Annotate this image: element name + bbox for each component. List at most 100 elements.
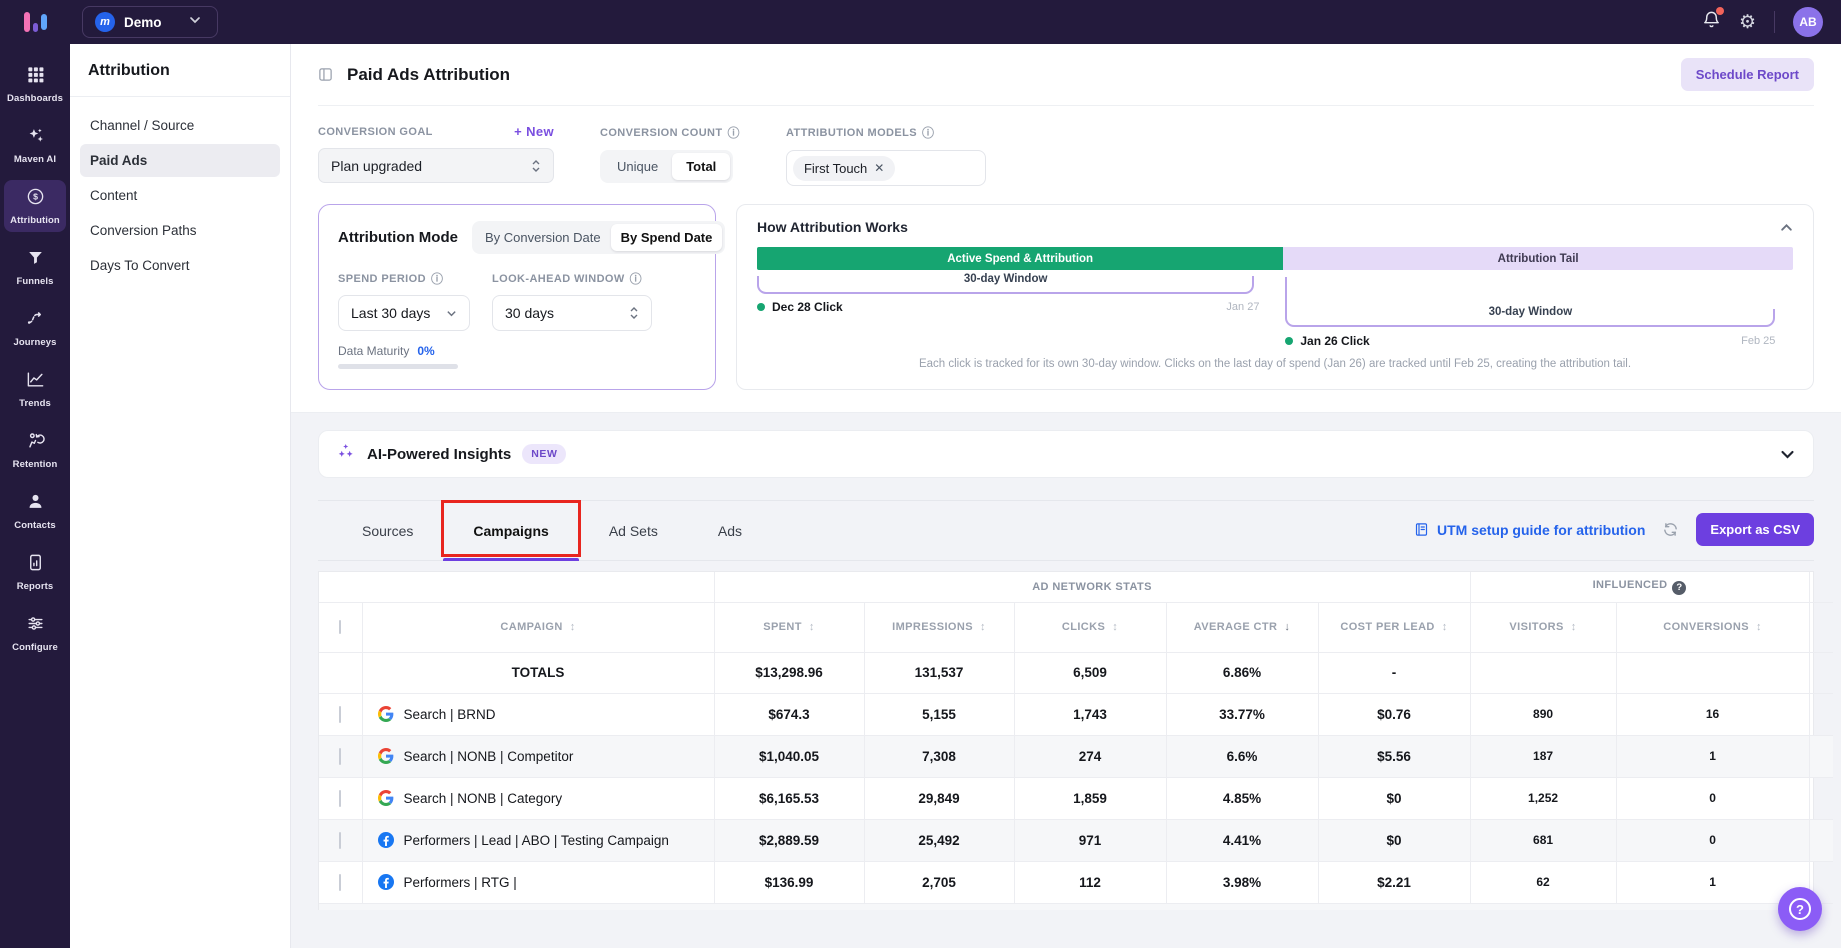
primary-sidebar: Dashboards Maven AI $ Attribution Funnel…	[0, 44, 70, 948]
subnav-item-content[interactable]: Content	[80, 179, 280, 212]
person-icon	[26, 492, 45, 516]
sort-icon[interactable]: ↕	[980, 621, 986, 633]
row-checkbox[interactable]	[339, 748, 341, 765]
table-row[interactable]: Performers | RTG | $136.99 2,705 112 3.9…	[319, 861, 1833, 903]
row-checkbox[interactable]	[339, 874, 341, 891]
column-campaign[interactable]: CAMPAIGN↕	[362, 602, 714, 652]
sparkles-icon	[26, 126, 45, 150]
column-visitors[interactable]: VISITORS↕	[1470, 602, 1616, 652]
refresh-icon[interactable]	[1662, 521, 1679, 538]
export-csv-button[interactable]: Export as CSV	[1696, 513, 1814, 546]
sidebar-item-attribution[interactable]: $ Attribution	[4, 180, 66, 232]
table-row[interactable]: Search | BRND $674.3 5,155 1,743 33.77% …	[319, 693, 1833, 735]
svg-text:$: $	[33, 192, 38, 202]
ai-insights-card[interactable]: AI-Powered Insights NEW	[318, 430, 1814, 478]
table-row[interactable]: Performers | Lead | ABO | Testing Campai…	[319, 819, 1833, 861]
tab-campaigns[interactable]: Campaigns	[443, 501, 578, 560]
sort-icon[interactable]: ↕	[1112, 621, 1118, 633]
chevron-up-icon[interactable]	[1780, 221, 1793, 234]
sidebar-item-retention[interactable]: Retention	[4, 424, 66, 476]
look-ahead-select[interactable]: 30 days	[492, 295, 652, 331]
select-all-checkbox[interactable]	[339, 620, 341, 634]
subnav-item-paid-ads[interactable]: Paid Ads	[80, 144, 280, 177]
sort-icon[interactable]: ↕	[1442, 621, 1448, 633]
settings-gear-icon[interactable]: ⚙	[1739, 13, 1756, 32]
column-impressions[interactable]: IMPRESSIONS↕	[864, 602, 1014, 652]
select-updown-icon	[629, 306, 639, 320]
tab-sources[interactable]: Sources	[332, 501, 443, 560]
chevron-down-icon	[189, 13, 201, 31]
window1-start: Dec 28 Click	[772, 300, 843, 314]
new-goal-link[interactable]: + New	[514, 124, 554, 139]
dollar-circle-icon: $	[26, 187, 45, 211]
spend-period-select[interactable]: Last 30 days	[338, 295, 470, 331]
column-conversions[interactable]: CONVERSIONS↕	[1616, 602, 1809, 652]
click-dot-icon	[1285, 337, 1293, 345]
row-checkbox[interactable]	[339, 706, 341, 723]
table-row[interactable]: Search | NONB | Competitor $1,040.05 7,3…	[319, 735, 1833, 777]
attribution-tail-bar: Attribution Tail	[1283, 247, 1793, 270]
user-avatar[interactable]: AB	[1793, 7, 1823, 37]
row-checkbox[interactable]	[339, 790, 341, 807]
toggle-option-total[interactable]: Total	[672, 153, 730, 180]
sidebar-item-contacts[interactable]: Contacts	[4, 485, 66, 537]
subnav-item-days-to-convert[interactable]: Days To Convert	[80, 249, 280, 282]
conversion-goal-select[interactable]: Plan upgraded	[318, 148, 554, 183]
bracket-riser-line	[1285, 277, 1287, 309]
campaign-name: Search | NONB | Category	[404, 791, 563, 806]
next-row-partial	[318, 904, 1814, 910]
column-average-ctr[interactable]: AVERAGE CTR↓	[1166, 602, 1318, 652]
sidebar-item-maven-ai[interactable]: Maven AI	[4, 119, 66, 171]
toggle-option-unique[interactable]: Unique	[603, 153, 672, 180]
sidebar-item-funnels[interactable]: Funnels	[4, 241, 66, 293]
sort-icon[interactable]: ↕	[570, 621, 576, 633]
sidebar-item-reports[interactable]: Reports	[4, 546, 66, 598]
book-icon	[1414, 522, 1429, 537]
tab-ads[interactable]: Ads	[688, 501, 772, 560]
row-checkbox[interactable]	[339, 832, 341, 849]
how-attribution-works-card: How Attribution Works Active Spend & Att…	[736, 204, 1814, 390]
conversion-count-field: CONVERSION COUNT ⓘ Unique Total	[600, 124, 740, 186]
campaigns-table: AD NETWORK STATS INFLUENCED? CAMPAIGN↕ S…	[318, 571, 1814, 904]
subnav-item-conversion-paths[interactable]: Conversion Paths	[80, 214, 280, 247]
table-row[interactable]: Search | NONB | Category $6,165.53 29,84…	[319, 777, 1833, 819]
google-ads-icon	[378, 748, 394, 764]
chevron-down-icon[interactable]	[1780, 447, 1795, 462]
sort-icon[interactable]: ↕	[1756, 621, 1762, 633]
schedule-report-button[interactable]: Schedule Report	[1681, 58, 1814, 91]
column-clicks[interactable]: CLICKS↕	[1014, 602, 1166, 652]
attribution-mode-title: Attribution Mode	[338, 229, 458, 246]
workspace-selector[interactable]: m Demo	[82, 6, 218, 38]
sort-desc-icon[interactable]: ↓	[1284, 621, 1290, 633]
attribution-mode-toggle: By Conversion Date By Spend Date	[472, 221, 725, 254]
sidebar-item-journeys[interactable]: Journeys	[4, 302, 66, 354]
ai-sparkles-icon	[337, 442, 356, 466]
sort-icon[interactable]: ↕	[1571, 621, 1577, 633]
model-chip-first-touch: First Touch ✕	[793, 156, 895, 181]
column-cost-per-lead[interactable]: COST PER LEAD↕	[1318, 602, 1470, 652]
sidebar-item-dashboards[interactable]: Dashboards	[4, 58, 66, 110]
tab-ad-sets[interactable]: Ad Sets	[579, 501, 688, 560]
subnav-item-channel-source[interactable]: Channel / Source	[80, 109, 280, 142]
sidebar-item-trends[interactable]: Trends	[4, 363, 66, 415]
journey-path-icon	[26, 309, 45, 333]
notifications-bell-icon[interactable]	[1702, 10, 1721, 34]
campaign-name: Search | BRND	[404, 707, 496, 722]
attribution-models-input[interactable]: First Touch ✕	[786, 150, 986, 186]
collapse-panel-icon[interactable]	[318, 67, 333, 82]
toggle-by-conversion-date[interactable]: By Conversion Date	[475, 224, 611, 251]
remove-chip-icon[interactable]: ✕	[874, 161, 884, 175]
toggle-by-spend-date[interactable]: By Spend Date	[611, 224, 723, 251]
active-tab-underline	[443, 558, 578, 561]
sort-icon[interactable]: ↕	[809, 621, 815, 633]
info-icon: ⓘ	[728, 124, 740, 141]
attribution-models-field: ATTRIBUTION MODELS ⓘ First Touch ✕	[786, 124, 986, 186]
column-spent[interactable]: SPENT↕	[714, 602, 864, 652]
sliders-icon	[26, 614, 45, 638]
utm-setup-guide-link[interactable]: UTM setup guide for attribution	[1414, 522, 1645, 538]
retention-icon	[26, 431, 45, 455]
totals-row: TOTALS $13,298.96 131,537 6,509 6.86% -	[319, 652, 1833, 693]
question-icon: ?	[1789, 898, 1811, 920]
help-button[interactable]: ?	[1778, 887, 1822, 931]
sidebar-item-configure[interactable]: Configure	[4, 607, 66, 659]
